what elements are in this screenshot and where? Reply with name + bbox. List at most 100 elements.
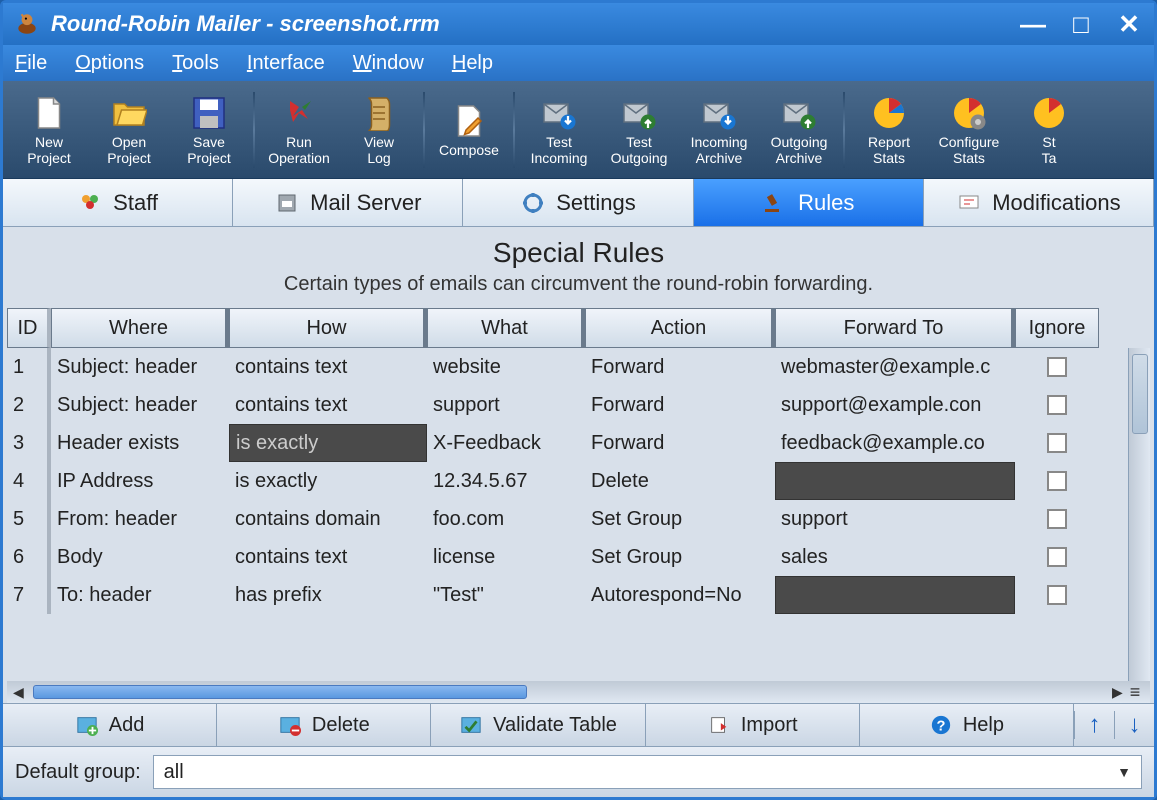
move-down-button[interactable]: ↓	[1114, 711, 1154, 739]
cell-id[interactable]: 6	[7, 538, 51, 576]
cell-forward[interactable]: feedback@example.co	[775, 424, 1015, 462]
tool-new-project[interactable]: NewProject	[9, 85, 89, 175]
ignore-checkbox[interactable]	[1047, 547, 1067, 567]
move-up-button[interactable]: ↑	[1074, 711, 1114, 739]
tool-st-ta[interactable]: StTa	[1009, 85, 1089, 175]
cell-where[interactable]: Body	[51, 538, 229, 576]
cell-where[interactable]: Header exists	[51, 424, 229, 462]
help-button[interactable]: ? Help	[860, 704, 1074, 746]
menu-interface[interactable]: Interface	[243, 50, 329, 77]
cell-action[interactable]: Forward	[585, 424, 775, 462]
vertical-scrollbar[interactable]	[1128, 348, 1150, 681]
col-header-ignore[interactable]: Ignore	[1015, 308, 1099, 348]
tab-staff[interactable]: Staff	[3, 179, 233, 226]
cell-what[interactable]: license	[427, 538, 585, 576]
cell-what[interactable]: "Test"	[427, 576, 585, 614]
cell-what[interactable]: website	[427, 348, 585, 386]
ignore-checkbox[interactable]	[1047, 471, 1067, 491]
tool-configure-stats[interactable]: ConfigureStats	[929, 85, 1009, 175]
cell-where[interactable]: IP Address	[51, 462, 229, 500]
cell-forward[interactable]	[775, 576, 1015, 614]
validate-button[interactable]: Validate Table	[431, 704, 645, 746]
tab-mail-server[interactable]: Mail Server	[233, 179, 463, 226]
scroll-menu-icon[interactable]: ≡	[1126, 682, 1144, 703]
cell-action[interactable]: Autorespond=No	[585, 576, 775, 614]
tab-modifications[interactable]: Modifications	[924, 179, 1154, 226]
cell-how[interactable]: contains text	[229, 538, 427, 576]
menu-options[interactable]: Options	[71, 50, 148, 77]
cell-how[interactable]: has prefix	[229, 576, 427, 614]
table-row[interactable]: 5From: headercontains domainfoo.comSet G…	[7, 500, 1150, 538]
tab-settings[interactable]: Settings	[463, 179, 693, 226]
cell-id[interactable]: 4	[7, 462, 51, 500]
tool-compose[interactable]: Compose	[429, 85, 509, 175]
table-row[interactable]: 6Bodycontains textlicenseSet Groupsales	[7, 538, 1150, 576]
table-row[interactable]: 1Subject: headercontains textwebsiteForw…	[7, 348, 1150, 386]
maximize-button[interactable]: □	[1066, 9, 1096, 39]
tool-test-outgoing[interactable]: TestOutgoing	[599, 85, 679, 175]
cell-forward[interactable]: webmaster@example.c	[775, 348, 1015, 386]
tool-report-stats[interactable]: ReportStats	[849, 85, 929, 175]
cell-forward[interactable]: support@example.con	[775, 386, 1015, 424]
cell-how[interactable]: contains text	[229, 348, 427, 386]
cell-what[interactable]: support	[427, 386, 585, 424]
cell-action[interactable]: Set Group	[585, 500, 775, 538]
col-header-where[interactable]: Where	[51, 308, 229, 348]
cell-forward[interactable]: support	[775, 500, 1015, 538]
cell-how[interactable]: contains domain	[229, 500, 427, 538]
cell-what[interactable]: foo.com	[427, 500, 585, 538]
cell-how[interactable]: contains text	[229, 386, 427, 424]
cell-id[interactable]: 3	[7, 424, 51, 462]
close-button[interactable]: ✕	[1114, 9, 1144, 39]
col-header-forward[interactable]: Forward To	[775, 308, 1015, 348]
cell-id[interactable]: 5	[7, 500, 51, 538]
table-row[interactable]: 7To: headerhas prefix"Test"Autorespond=N…	[7, 576, 1150, 614]
tool-outgoing-archive[interactable]: OutgoingArchive	[759, 85, 839, 175]
minimize-button[interactable]: —	[1018, 9, 1048, 39]
scroll-right-icon[interactable]: ▶	[1112, 684, 1126, 701]
cell-what[interactable]: X-Feedback	[427, 424, 585, 462]
delete-button[interactable]: Delete	[217, 704, 431, 746]
tool-view-log[interactable]: ViewLog	[339, 85, 419, 175]
cell-what[interactable]: 12.34.5.67	[427, 462, 585, 500]
tool-save-project[interactable]: SaveProject	[169, 85, 249, 175]
cell-how[interactable]: is exactly	[229, 462, 427, 500]
add-button[interactable]: Add	[3, 704, 217, 746]
tool-run-operation[interactable]: RunOperation	[259, 85, 339, 175]
col-header-what[interactable]: What	[427, 308, 585, 348]
cell-action[interactable]: Delete	[585, 462, 775, 500]
ignore-checkbox[interactable]	[1047, 585, 1067, 605]
col-header-how[interactable]: How	[229, 308, 427, 348]
cell-forward[interactable]	[775, 462, 1015, 500]
cell-forward[interactable]: sales	[775, 538, 1015, 576]
cell-where[interactable]: From: header	[51, 500, 229, 538]
menu-file[interactable]: File	[11, 50, 51, 77]
table-row[interactable]: 2Subject: headercontains textsupportForw…	[7, 386, 1150, 424]
default-group-combo[interactable]: all ▼	[153, 755, 1142, 789]
cell-where[interactable]: To: header	[51, 576, 229, 614]
cell-id[interactable]: 7	[7, 576, 51, 614]
menu-help[interactable]: Help	[448, 50, 497, 77]
col-header-id[interactable]: ID	[7, 308, 51, 348]
cell-where[interactable]: Subject: header	[51, 348, 229, 386]
cell-id[interactable]: 1	[7, 348, 51, 386]
col-header-action[interactable]: Action	[585, 308, 775, 348]
table-row[interactable]: 3Header existsis exactlyX-FeedbackForwar…	[7, 424, 1150, 462]
tool-test-incoming[interactable]: TestIncoming	[519, 85, 599, 175]
cell-action[interactable]: Forward	[585, 386, 775, 424]
ignore-checkbox[interactable]	[1047, 509, 1067, 529]
tool-open-project[interactable]: OpenProject	[89, 85, 169, 175]
tab-rules[interactable]: Rules	[694, 179, 924, 226]
menu-window[interactable]: Window	[349, 50, 428, 77]
cell-id[interactable]: 2	[7, 386, 51, 424]
ignore-checkbox[interactable]	[1047, 395, 1067, 415]
ignore-checkbox[interactable]	[1047, 433, 1067, 453]
cell-where[interactable]: Subject: header	[51, 386, 229, 424]
scroll-left-icon[interactable]: ◀	[13, 684, 27, 701]
hscroll-thumb[interactable]	[33, 685, 527, 699]
import-button[interactable]: Import	[646, 704, 860, 746]
tool-incoming-archive[interactable]: IncomingArchive	[679, 85, 759, 175]
ignore-checkbox[interactable]	[1047, 357, 1067, 377]
horizontal-scrollbar[interactable]: ◀ ▶ ≡	[7, 681, 1150, 703]
menu-tools[interactable]: Tools	[168, 50, 223, 77]
